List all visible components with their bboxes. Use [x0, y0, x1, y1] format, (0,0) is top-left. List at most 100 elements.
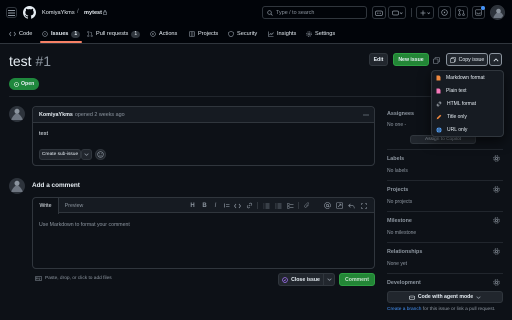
issue-title: test #1	[9, 53, 51, 69]
play-icon	[150, 31, 156, 37]
projects-heading[interactable]: Projects	[387, 187, 408, 193]
github-logo-icon[interactable]	[23, 6, 36, 19]
new-issue-button[interactable]: New issue	[393, 53, 429, 66]
tab-actions[interactable]: Actions	[150, 28, 177, 40]
comment-button[interactable]: Comment	[339, 273, 375, 286]
edit-button[interactable]: Edit	[369, 53, 388, 66]
link-icon[interactable]	[245, 201, 254, 210]
ordered-list-icon[interactable]	[262, 201, 271, 210]
comment-header: KomiyaYkms opened 2 weeks ago	[33, 107, 374, 123]
tab-insights[interactable]: Insights	[268, 28, 296, 40]
gear-icon[interactable]	[493, 155, 500, 162]
unordered-list-icon[interactable]	[274, 201, 283, 210]
quote-icon[interactable]	[222, 201, 231, 210]
relationships-heading[interactable]: Relationships	[387, 249, 422, 255]
sub-issue-dropdown-button[interactable]	[81, 149, 92, 160]
mention-icon[interactable]	[323, 201, 332, 210]
search-icon	[267, 9, 273, 16]
search-input[interactable]: Type / to search	[262, 6, 367, 19]
create-branch-link[interactable]: Create a branch	[387, 307, 421, 312]
task-list-icon[interactable]	[286, 201, 295, 210]
italic-icon[interactable]: I	[211, 201, 220, 210]
copy-issue-button[interactable]: Copy issue	[446, 53, 488, 66]
sidebar-separator	[387, 211, 503, 212]
search-placeholder: Type / to search	[276, 9, 315, 16]
status-badge: Open	[9, 78, 40, 90]
globe-icon	[436, 127, 442, 133]
inbox-icon[interactable]	[472, 6, 485, 19]
avatar[interactable]	[490, 5, 505, 20]
assignees-heading[interactable]: Assignees	[387, 111, 414, 117]
code-with-agent-mode-button[interactable]: Code with agent mode	[387, 291, 503, 303]
gear-icon[interactable]	[493, 248, 500, 255]
create-sub-issue-button[interactable]: Create sub-issue	[39, 149, 81, 160]
author-avatar[interactable]	[9, 106, 25, 122]
table-icon	[189, 31, 195, 37]
emoji-reaction-icon[interactable]	[95, 149, 106, 160]
copy-icon[interactable]	[432, 56, 440, 64]
markdown-file-icon	[436, 75, 441, 81]
sidebar-separator	[387, 242, 503, 243]
comment-meta: opened 2 weeks ago	[74, 111, 125, 118]
cross-reference-icon[interactable]	[335, 201, 344, 210]
issue-opened-icon	[42, 31, 48, 37]
lock-icon	[103, 10, 107, 15]
repo-owner-link[interactable]: KomiyaYkms	[42, 10, 75, 16]
development-hint: Create a branch for this issue or link a…	[387, 307, 496, 312]
header-divider	[411, 8, 412, 17]
close-issue-button[interactable]: Close issue	[278, 273, 323, 286]
development-heading[interactable]: Development	[387, 280, 421, 286]
menu-item-url-only[interactable]: URL only	[436, 124, 502, 136]
pull-requests-icon[interactable]	[455, 6, 468, 19]
link-icon	[436, 101, 442, 107]
fullscreen-icon[interactable]	[359, 201, 368, 210]
code-icon[interactable]	[233, 201, 242, 210]
toolbar-divider	[298, 202, 299, 209]
gear-icon[interactable]	[493, 217, 500, 224]
attach-icon[interactable]	[302, 201, 311, 210]
issue-closed-icon	[282, 276, 288, 283]
projects-value: No projects	[387, 199, 413, 205]
global-header: KomiyaYkms / mytest Type / to search Cod…	[0, 0, 512, 44]
copy-icon	[449, 56, 456, 63]
copy-issue-dropdown-button[interactable]	[489, 53, 502, 66]
tab-security[interactable]: Security	[228, 28, 257, 40]
kebab-menu-icon[interactable]	[362, 111, 370, 119]
hamburger-menu-icon[interactable]	[6, 7, 17, 18]
issues-icon[interactable]	[438, 6, 451, 19]
editor-placeholder[interactable]: Use Markdown to format your comment	[39, 222, 130, 228]
tab-issues[interactable]: Issues 1	[42, 28, 81, 40]
commenter-avatar	[9, 178, 25, 194]
bold-icon[interactable]: B	[200, 201, 209, 210]
tab-preview[interactable]: Preview	[59, 198, 89, 213]
sidebar-separator	[387, 273, 503, 274]
labels-heading[interactable]: Labels	[387, 156, 404, 162]
gear-icon[interactable]	[493, 186, 500, 193]
heading-icon[interactable]: H	[188, 201, 197, 210]
tab-projects[interactable]: Projects	[189, 28, 218, 40]
attach-hint[interactable]: Paste, drop, or click to add files	[35, 276, 112, 281]
close-issue-dropdown-button[interactable]	[323, 273, 335, 286]
menu-item-title-only[interactable]: Title only	[436, 111, 502, 123]
copilot-dropdown-icon[interactable]	[388, 6, 406, 19]
milestone-value: No milestone	[387, 230, 417, 236]
menu-item-markdown-format[interactable]: Markdown format	[436, 72, 502, 84]
chevron-down-icon	[476, 295, 481, 299]
chevron-down-icon	[84, 153, 89, 156]
copilot-icon[interactable]	[372, 6, 386, 19]
menu-item-html-format[interactable]: HTML format	[436, 98, 502, 110]
tab-code[interactable]: Code	[9, 28, 32, 40]
gear-icon[interactable]	[493, 279, 500, 286]
tab-write[interactable]: Write	[33, 198, 59, 214]
toolbar-divider	[257, 202, 258, 209]
menu-item-plain-text[interactable]: Plain text	[436, 85, 502, 97]
create-new-icon[interactable]	[416, 6, 434, 19]
pull-request-icon	[87, 31, 93, 37]
gear-icon	[306, 31, 312, 37]
repo-name-link[interactable]: mytest	[84, 10, 102, 16]
tab-settings[interactable]: Settings	[306, 28, 335, 40]
comment-author[interactable]: KomiyaYkms	[39, 112, 73, 118]
tab-pull-requests[interactable]: Pull requests 1	[87, 28, 141, 40]
milestone-heading[interactable]: Milestone	[387, 218, 412, 224]
reply-icon[interactable]	[347, 201, 356, 210]
